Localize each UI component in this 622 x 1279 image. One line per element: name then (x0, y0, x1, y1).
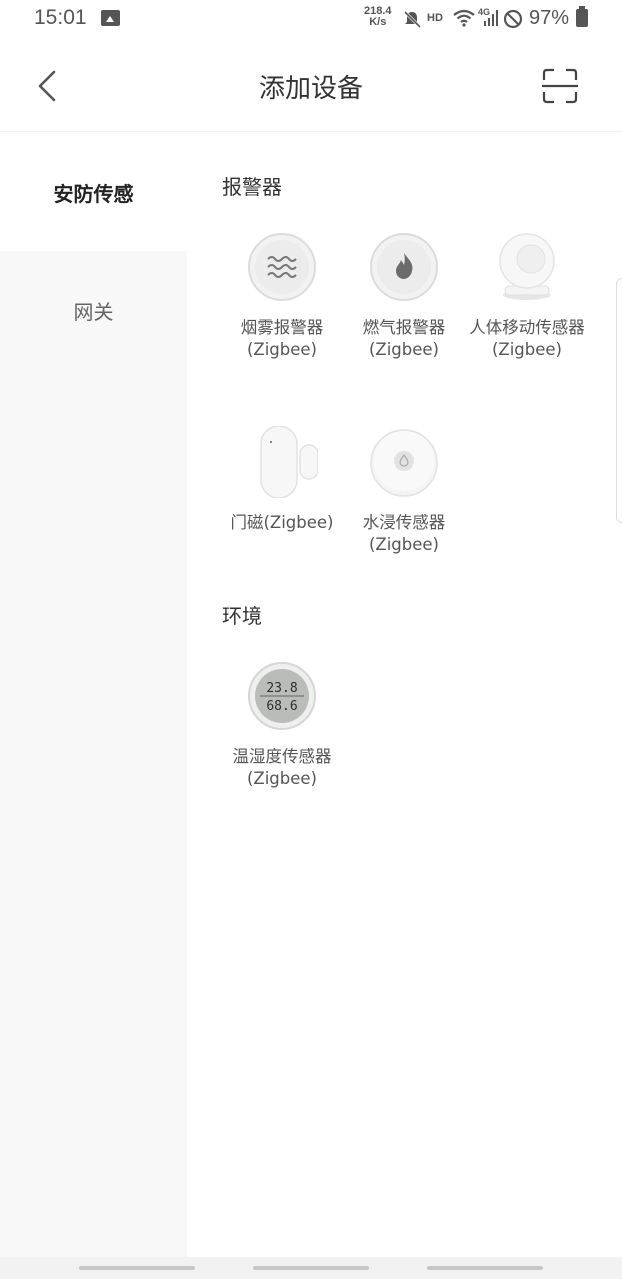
sidebar-item-label: 网关 (73, 299, 114, 324)
device-name: 水浸传感器(Zigbee) (362, 513, 446, 554)
device-door-sensor[interactable]: 门磁(Zigbee) (220, 425, 344, 534)
water-leak-sensor-icon (370, 429, 438, 497)
gas-detector-icon (370, 233, 438, 301)
signal-icon (484, 10, 498, 26)
device-smoke-detector[interactable]: 烟雾报警器(Zigbee) (220, 231, 344, 361)
device-motion-sensor[interactable]: 人体移动传感器(Zigbee) (465, 231, 589, 361)
battery-percent: 97% (529, 7, 570, 29)
do-not-disturb-icon (503, 9, 523, 29)
nav-back-button[interactable] (427, 1266, 543, 1270)
scan-icon (542, 68, 578, 104)
sidebar-item-security-sensors[interactable]: 安防传感 (0, 133, 187, 251)
nav-recents-button[interactable] (79, 1266, 195, 1270)
scroll-indicator[interactable] (616, 278, 622, 523)
device-name: 温湿度传感器(Zigbee) (232, 747, 332, 788)
device-name: 门磁(Zigbee) (230, 513, 334, 532)
temp-humidity-sensor-icon: 23.8 68.6 (248, 662, 316, 730)
device-name: 燃气报警器(Zigbee) (362, 318, 446, 359)
scan-button[interactable] (540, 66, 580, 106)
hd-label: HD (427, 12, 443, 24)
device-list: 报警器 烟雾报警器(Zigbee) 燃气报警器(Zigbee) 人体移动传感器(… (187, 133, 622, 1257)
device-name: 人体移动传感器(Zigbee) (469, 318, 585, 359)
image-icon (101, 10, 120, 26)
network-speed: 218.4 K/s (364, 6, 392, 28)
section-title-environment: 环境 (222, 604, 262, 628)
device-temp-humidity-sensor[interactable]: 23.8 68.6 温湿度传感器(Zigbee) (220, 660, 344, 790)
status-bar: 15:01 218.4 K/s HD 4G 97% (0, 0, 622, 40)
device-name: 烟雾报警器(Zigbee) (240, 318, 324, 359)
sidebar-item-gateway[interactable]: 网关 (0, 251, 187, 369)
humidity-reading: 68.6 (266, 699, 297, 714)
status-time: 15:01 (34, 6, 87, 29)
smoke-detector-icon (248, 233, 316, 301)
header: 添加设备 (0, 40, 622, 132)
sidebar-item-label: 安防传感 (53, 181, 134, 206)
device-gas-detector[interactable]: 燃气报警器(Zigbee) (342, 231, 466, 361)
door-sensor-icon (260, 425, 319, 499)
network-speed-unit: K/s (369, 16, 387, 28)
section-title-alarms: 报警器 (222, 175, 282, 199)
device-water-leak-sensor[interactable]: 水浸传感器(Zigbee) (342, 426, 466, 556)
nav-home-button[interactable] (253, 1266, 369, 1270)
navigation-bar (0, 1257, 622, 1279)
category-sidebar: 安防传感 网关 (0, 133, 187, 1257)
mute-icon (403, 10, 422, 29)
wifi-icon (453, 9, 475, 27)
motion-sensor-icon (499, 233, 555, 300)
page-title: 添加设备 (258, 74, 363, 104)
battery-icon (576, 6, 588, 27)
temperature-reading: 23.8 (266, 681, 297, 696)
